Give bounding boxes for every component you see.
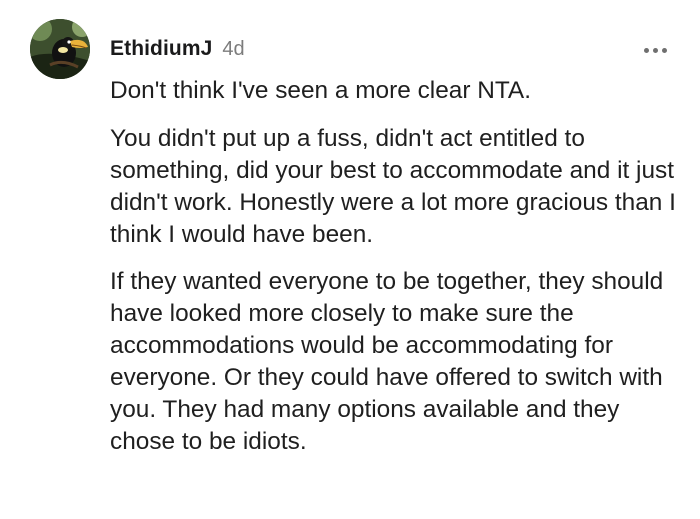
more-horizontal-icon — [642, 47, 669, 53]
comment-body: Don't think I've seen a more clear NTA. … — [110, 75, 680, 473]
more-options-button[interactable] — [638, 38, 672, 62]
toucan-avatar — [30, 19, 90, 79]
comment-header: EthidiumJ 4d — [110, 34, 245, 64]
comment-paragraph: You didn't put up a fuss, didn't act ent… — [110, 125, 676, 248]
comment-paragraph: Don't think I've seen a more clear NTA. — [110, 77, 531, 104]
user-avatar[interactable] — [30, 19, 90, 79]
comment-paragraph: If they wanted everyone to be together, … — [110, 268, 664, 455]
username[interactable]: EthidiumJ — [110, 37, 212, 61]
timestamp[interactable]: 4d — [222, 38, 244, 61]
comment: EthidiumJ 4d Don't think I've seen a mor… — [0, 0, 700, 519]
